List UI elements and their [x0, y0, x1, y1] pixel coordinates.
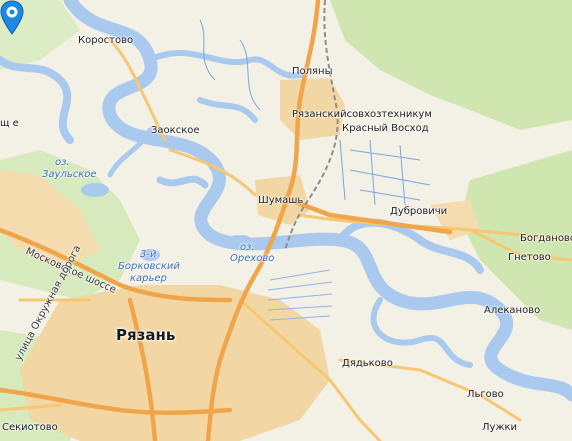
water-label-borkovsky-3: карьер	[130, 273, 167, 284]
place-label-zaokskoe: Заокское	[151, 125, 200, 136]
place-label-bogdanovo: Богданово	[520, 233, 572, 244]
map-base-layer	[0, 0, 572, 441]
urban-ryazan	[20, 285, 330, 441]
place-label-dyadkovo: Дядьково	[342, 358, 393, 369]
map-location-pin-icon[interactable]	[0, 0, 24, 36]
place-label-lgovo: Льгово	[467, 389, 504, 400]
lake-zaulskoe	[81, 183, 109, 197]
map-view[interactable]: Коростово Поляны Заокское Рязанскийсовхо…	[0, 0, 572, 441]
place-label-lukhi: Лужки	[482, 422, 517, 433]
place-label-korostovo: Коростово	[78, 35, 134, 46]
water-label-oz-zaulskoe-2: Заульское	[42, 169, 97, 180]
water-label-oz-orekhovoe-2: Орехово	[230, 253, 275, 264]
place-label-ryazansovkhoz: Рязанскийсовхозтехникум	[292, 109, 432, 120]
water-label-borkovsky-2: Борковский	[118, 261, 180, 272]
water-label-oz-orekhovoe-1: оз.	[240, 242, 255, 253]
place-label-sekiotovo: Секиотово	[2, 422, 58, 433]
place-label-alekanovo: Алеканово	[484, 305, 541, 316]
water-label-borkovsky-1: 3-й	[140, 249, 157, 260]
place-label-shumash: Шумашь	[258, 195, 304, 206]
place-label-edge-left: щ е	[0, 118, 19, 129]
place-label-dubrovichi: Дубровичи	[390, 206, 448, 217]
water-label-oz-zaulskoe-1: оз.	[55, 157, 70, 168]
place-label-krasny-voskhod: Красный Восход	[342, 123, 429, 134]
place-label-polyany: Поляны	[292, 66, 333, 77]
place-label-gnetovo: Гнетово	[508, 252, 551, 263]
place-label-ryazan: Рязань	[116, 326, 176, 344]
